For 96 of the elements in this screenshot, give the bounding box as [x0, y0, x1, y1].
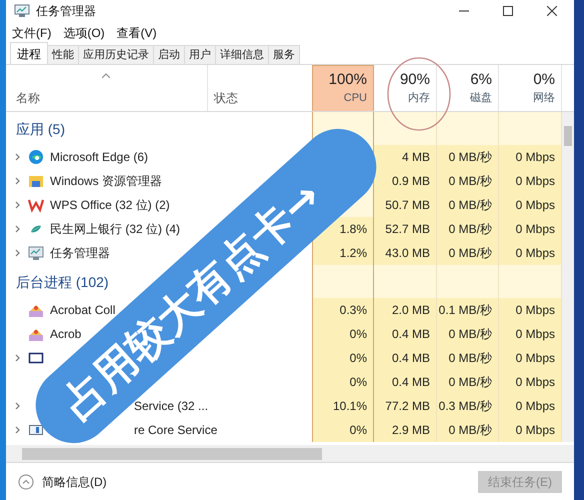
table-cell: 10.1% — [312, 394, 374, 418]
column-shading — [499, 112, 562, 145]
horizontal-scrollbar[interactable] — [6, 445, 574, 462]
tab[interactable]: 应用历史记录 — [79, 45, 154, 64]
column-shading — [437, 112, 499, 145]
table-cell: 0 Mbps — [499, 193, 562, 217]
folder-icon — [28, 173, 44, 189]
chevron-right-icon[interactable] — [14, 354, 22, 362]
table-cell: 2.9 MB — [374, 418, 437, 442]
table-cell: 0 Mbps — [499, 145, 562, 169]
chevron-right-icon[interactable] — [14, 249, 22, 257]
table-cell: 50.7 MB — [374, 193, 437, 217]
column-header[interactable]: 名称 — [16, 89, 207, 107]
chevron-right-icon[interactable] — [14, 402, 22, 410]
tab[interactable]: 启动 — [154, 45, 185, 64]
tab[interactable]: 性能 — [48, 45, 79, 64]
w-logo-icon — [28, 197, 44, 213]
process-name: 民生网上银行 (32 位) (4) — [50, 221, 180, 238]
table-cell: 0 MB/秒 — [437, 370, 499, 394]
table-cell: 0 Mbps — [499, 241, 562, 265]
table-cell: 0% — [312, 370, 374, 394]
table-cell: 0% — [312, 418, 374, 442]
vertical-scrollbar[interactable] — [562, 112, 574, 442]
process-name: Service (32 ... — [134, 398, 208, 415]
table-cell: 0.3% — [312, 298, 374, 322]
monitor-icon — [14, 4, 30, 18]
table-cell: 0 MB/秒 — [437, 217, 499, 241]
monitor-icon — [28, 245, 44, 261]
group-title: 应用 (5) — [16, 120, 65, 139]
process-name: 任务管理器 — [50, 245, 110, 262]
table-cell: 0.3 MB/秒 — [437, 394, 499, 418]
chevron-right-icon[interactable] — [14, 201, 22, 209]
table-cell: 0 MB/秒 — [437, 193, 499, 217]
process-name: re Core Service — [134, 422, 218, 439]
table-cell: 2.0 MB — [374, 298, 437, 322]
table-cell: 0 Mbps — [499, 322, 562, 346]
menu-item[interactable]: 文件(F) — [12, 24, 52, 42]
swirl-icon — [28, 149, 44, 165]
close-icon — [547, 6, 557, 16]
column-shading — [374, 112, 437, 145]
table-cell: 0 Mbps — [499, 370, 562, 394]
window-title: 任务管理器 — [36, 3, 96, 20]
table-cell: 0% — [312, 322, 374, 346]
table-cell: 1.2% — [312, 241, 374, 265]
chevron-right-icon[interactable] — [14, 177, 22, 185]
maximize-icon — [503, 6, 513, 16]
table-cell: 0.4 MB — [374, 370, 437, 394]
table-cell: 0 Mbps — [499, 394, 562, 418]
process-name: Microsoft Edge (6) — [50, 149, 148, 166]
process-name: WPS Office (32 位) (2) — [50, 197, 170, 214]
column-shading — [312, 265, 374, 298]
table-cell: 0 Mbps — [499, 169, 562, 193]
menu-item[interactable]: 查看(V) — [116, 24, 157, 42]
table-cell: 77.2 MB — [374, 394, 437, 418]
column-header[interactable]: 100% CPU — [312, 65, 374, 111]
process-name: Windows 资源管理器 — [50, 173, 162, 190]
process-name: Acrobat Coll — [50, 302, 116, 319]
table-cell: 0 MB/秒 — [437, 241, 499, 265]
group-title: 后台进程 (102) — [16, 273, 109, 292]
table-cell: 0.1 MB/秒 — [437, 298, 499, 322]
tab[interactable]: 服务 — [269, 45, 300, 64]
details-toggle[interactable]: 简略信息(D) — [18, 472, 107, 490]
process-name: Acrob — [50, 326, 82, 343]
table-cell: 0 Mbps — [499, 298, 562, 322]
table-cell: 0.4 MB — [374, 346, 437, 370]
table-cell: 0 Mbps — [499, 418, 562, 442]
window-icon — [28, 350, 44, 366]
tab[interactable]: 详细信息 — [216, 45, 269, 64]
table-cell: 0 MB/秒 — [437, 322, 499, 346]
table-cell: 0 Mbps — [499, 217, 562, 241]
stack-icon — [28, 326, 44, 342]
chevron-right-icon[interactable] — [14, 225, 22, 233]
table-cell: 0 MB/秒 — [437, 418, 499, 442]
chevron-up-circle-icon — [18, 474, 34, 490]
table-cell: 0 MB/秒 — [437, 346, 499, 370]
stack-icon — [28, 302, 44, 318]
column-shading — [374, 265, 437, 298]
table-cell: 0 Mbps — [499, 346, 562, 370]
table-cell: 0.4 MB — [374, 322, 437, 346]
tab[interactable]: 进程 — [10, 42, 48, 64]
table-cell: 43.0 MB — [374, 241, 437, 265]
chevron-right-icon[interactable] — [14, 426, 22, 434]
table-cell: 0 MB/秒 — [437, 145, 499, 169]
column-shading — [499, 265, 562, 298]
chevron-right-icon[interactable] — [14, 153, 22, 161]
column-shading — [437, 265, 499, 298]
table-cell: 52.7 MB — [374, 217, 437, 241]
menu-item[interactable]: 选项(O) — [63, 24, 105, 42]
table-cell: 4 MB — [374, 145, 437, 169]
window-icon — [28, 422, 44, 438]
table-cell: 0.9 MB — [374, 169, 437, 193]
sort-caret-icon — [102, 73, 110, 78]
table-cell: 0 MB/秒 — [437, 169, 499, 193]
table-cell: 0% — [312, 346, 374, 370]
tab[interactable]: 用户 — [185, 45, 216, 64]
column-header[interactable]: 状态 — [214, 89, 238, 107]
